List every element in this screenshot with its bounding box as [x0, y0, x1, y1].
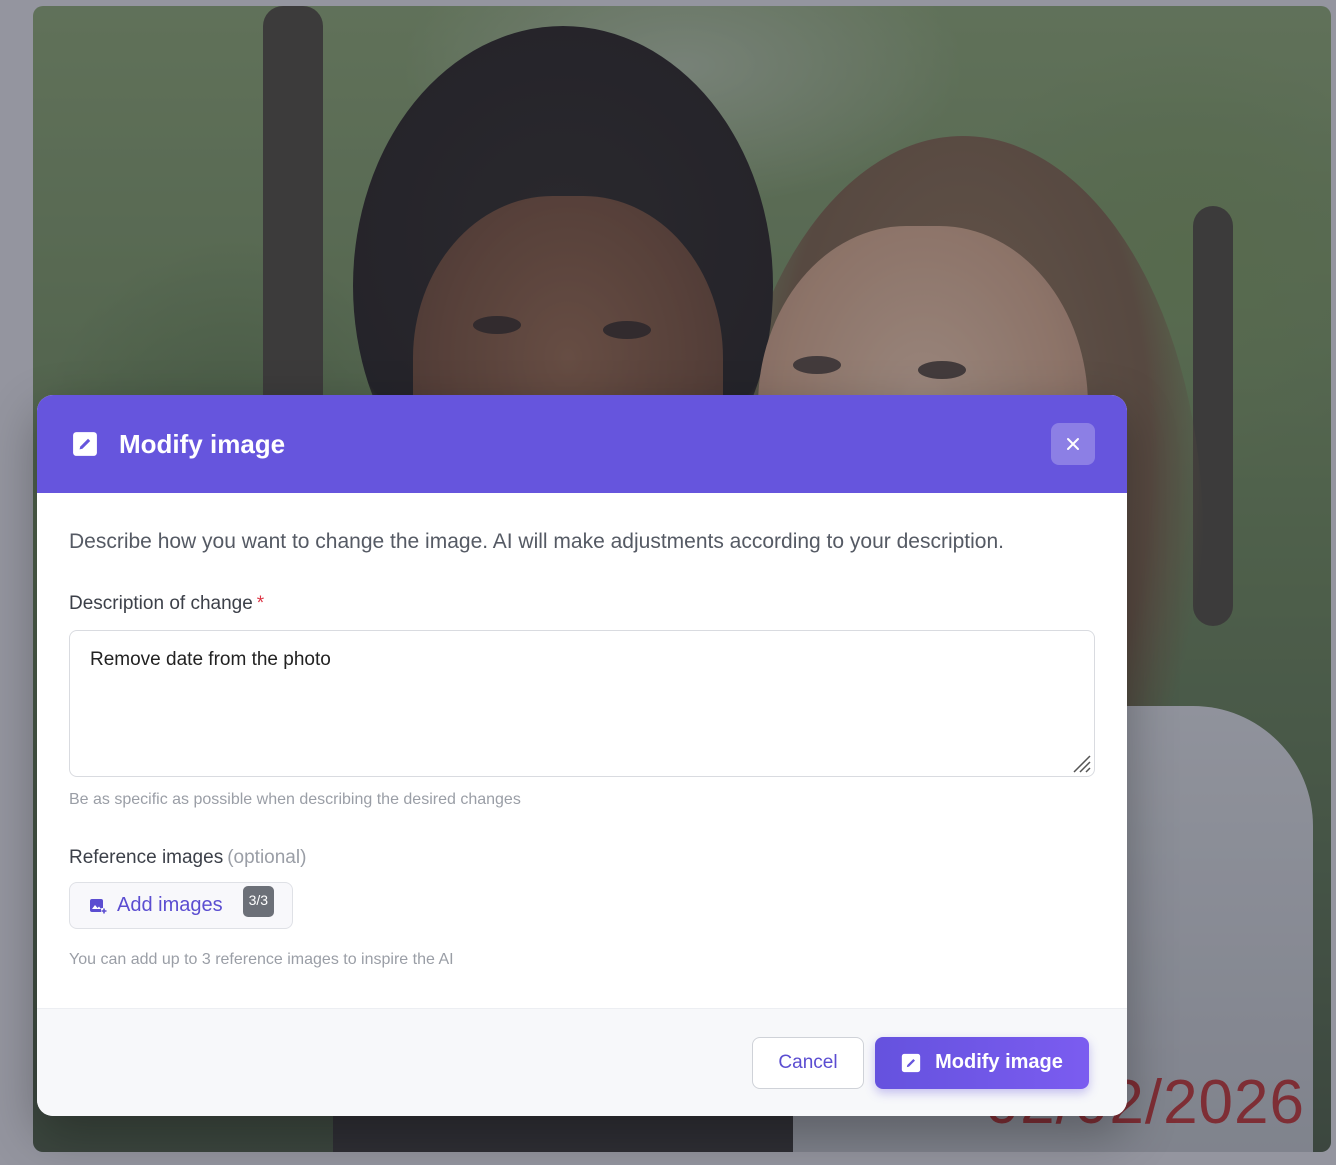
add-photo-icon [90, 898, 107, 914]
reference-images-label: Reference images (optional) [69, 847, 1095, 869]
dialog-header: Modify image [37, 395, 1127, 493]
modify-image-button-label: Modify image [935, 1051, 1063, 1073]
required-marker: * [256, 593, 265, 614]
description-label: Description of change * [69, 592, 1095, 616]
resize-grip-icon[interactable] [1068, 750, 1092, 774]
description-label-text: Description of change [69, 593, 253, 614]
edit-square-icon [901, 1053, 921, 1073]
dialog-footer: Cancel Modify image [37, 1008, 1127, 1116]
close-icon [1067, 438, 1079, 450]
dialog-intro-text: Describe how you want to change the imag… [69, 530, 1004, 553]
cancel-button[interactable]: Cancel [752, 1036, 864, 1089]
image-count-badge: 3/3 [242, 886, 275, 917]
reference-images-label-text: Reference images [69, 847, 224, 868]
reference-images-hint: You can add up to 3 reference images to … [69, 951, 454, 968]
optional-text: (optional) [227, 847, 307, 868]
modify-image-button[interactable]: Modify image [875, 1036, 1089, 1089]
modify-image-dialog: Modify image Describe how you want to ch… [37, 395, 1127, 1116]
dialog-title: Modify image [119, 428, 286, 459]
description-hint: Be as specific as possible when describi… [69, 791, 521, 808]
edit-square-icon [71, 430, 99, 458]
dialog-body: Describe how you want to change the imag… [37, 493, 1127, 969]
add-images-button[interactable]: Add images 3/3 [69, 882, 294, 929]
description-field-wrapper: Remove date from the photo [69, 630, 1095, 777]
description-textarea[interactable]: Remove date from the photo [70, 631, 1094, 776]
close-button[interactable] [1051, 423, 1095, 465]
add-images-label: Add images [117, 894, 223, 916]
